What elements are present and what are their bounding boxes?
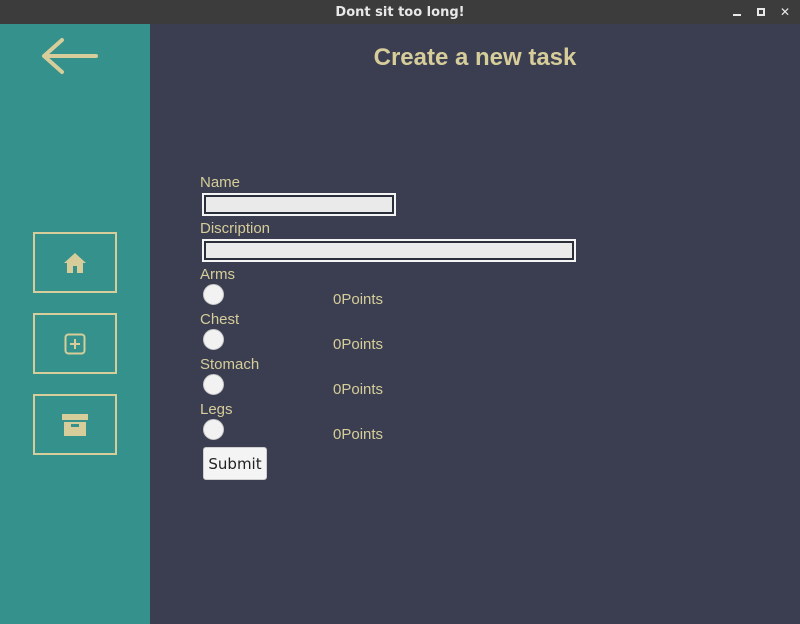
minimize-icon xyxy=(733,14,741,16)
window-controls: ✕ xyxy=(730,0,792,24)
legs-radio[interactable] xyxy=(203,419,224,440)
page-title: Create a new task xyxy=(373,44,577,71)
maximize-icon xyxy=(757,8,765,16)
description-input[interactable] xyxy=(202,239,576,262)
stomach-points-value: 0 xyxy=(333,381,342,398)
close-button[interactable]: ✕ xyxy=(778,5,792,19)
minimize-button[interactable] xyxy=(730,5,744,19)
stomach-label: Stomach xyxy=(200,356,260,373)
submit-button[interactable]: Submit xyxy=(203,447,267,480)
window-title: Dont sit too long! xyxy=(335,4,465,20)
stomach-radio[interactable] xyxy=(203,374,224,395)
home-icon xyxy=(64,252,86,273)
archive-box-icon xyxy=(62,413,88,436)
arms-label: Arms xyxy=(200,266,235,283)
back-button[interactable] xyxy=(38,36,100,76)
arms-points: 0 Points xyxy=(333,291,383,308)
arms-radio[interactable] xyxy=(203,284,224,305)
chest-points: 0 Points xyxy=(333,336,383,353)
archive-nav-button[interactable] xyxy=(33,394,117,455)
name-input[interactable] xyxy=(202,193,396,216)
chest-label: Chest xyxy=(200,311,240,328)
legs-points-unit: Points xyxy=(341,426,384,443)
plus-square-icon xyxy=(64,333,86,354)
description-label: Discription xyxy=(200,220,271,237)
chest-points-unit: Points xyxy=(341,336,384,353)
arms-points-value: 0 xyxy=(333,291,342,308)
home-nav-button[interactable] xyxy=(33,232,117,293)
stomach-points: 0 Points xyxy=(333,381,383,398)
maximize-button[interactable] xyxy=(754,5,768,19)
sidebar xyxy=(0,24,150,624)
close-icon: ✕ xyxy=(779,5,791,19)
main-panel: Create a new task Name Discription Arms … xyxy=(150,24,800,624)
add-task-nav-button[interactable] xyxy=(33,313,117,374)
legs-points: 0 Points xyxy=(333,426,383,443)
legs-label: Legs xyxy=(200,401,233,418)
chest-radio[interactable] xyxy=(203,329,224,350)
window-titlebar: Dont sit too long! ✕ xyxy=(0,0,800,24)
chest-points-value: 0 xyxy=(333,336,342,353)
arrow-left-icon xyxy=(42,38,98,74)
legs-points-value: 0 xyxy=(333,426,342,443)
arms-points-unit: Points xyxy=(341,291,384,308)
stomach-points-unit: Points xyxy=(341,381,384,398)
name-label: Name xyxy=(200,174,241,191)
